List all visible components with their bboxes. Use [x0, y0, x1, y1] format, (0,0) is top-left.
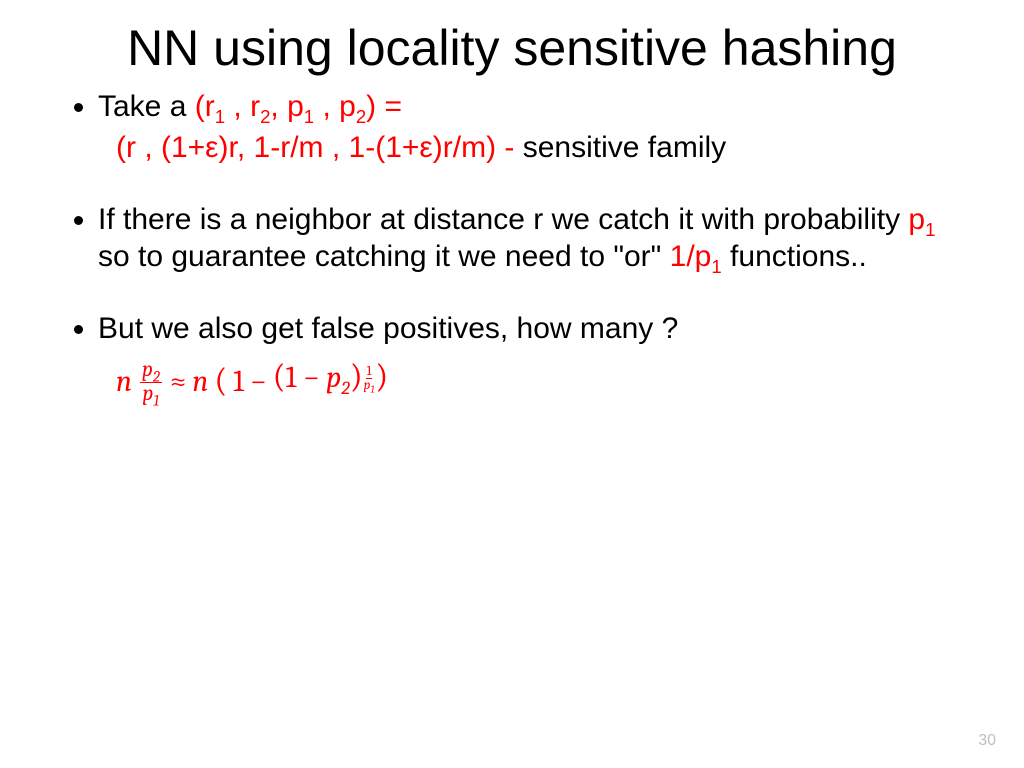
eq-one2: 1: [286, 360, 297, 395]
eq-inner: (1 − p2)1p1): [273, 357, 389, 407]
eq-frac-p2p1: p2 p1: [140, 359, 162, 405]
b1-c2: , p: [270, 90, 303, 123]
b1-sub2: 2: [260, 106, 270, 127]
eq-frac-den: p1: [140, 383, 161, 406]
eq-frac-num: p2: [140, 359, 162, 383]
slide: NN using locality sensitive hashing Take…: [0, 0, 1024, 768]
b1-sub3: 1: [304, 106, 314, 127]
b1-params: (r1 , r2, p1 , p2) =: [195, 90, 402, 123]
eq-p2s: 2: [341, 377, 350, 399]
eq-o2: (: [273, 358, 286, 396]
eq-approx: ≈: [170, 363, 187, 401]
b2-p1-sub: 1: [925, 219, 935, 240]
b1-sub4: 2: [356, 106, 366, 127]
b1-line2-black: sensitive family: [523, 131, 726, 164]
b2-1overp-sub: 1: [711, 256, 721, 277]
eq-exponent: 1p1: [363, 365, 376, 395]
b1-open: (r: [195, 90, 215, 123]
slide-title: NN using locality sensitive hashing: [60, 20, 964, 78]
b1-line2: (r , (1+ε)r, 1-r/m , 1-(1+ε)r/m) - sensi…: [116, 129, 964, 167]
b2-p1: p1: [908, 203, 935, 236]
bullet-3: But we also get false positives, how man…: [98, 310, 964, 408]
b1-c3: , p: [314, 90, 356, 123]
b1-c1: , r: [225, 90, 260, 123]
b1-sub1: 1: [215, 106, 225, 127]
bullet-list: Take a (r1 , r2, p1 , p2) = (r , (1+ε)r,…: [60, 88, 964, 408]
eq-exp-top: 1: [366, 365, 373, 380]
eq-o1: (: [214, 361, 227, 403]
eq-p2: p: [326, 360, 341, 395]
b2-1overp-t: 1/p: [670, 240, 712, 273]
b2-part2: so to guarantee catching it we need to "…: [98, 240, 670, 273]
eq-m1: −: [250, 363, 267, 401]
b1-lead: Take a: [98, 90, 195, 123]
eq-ft-p: p: [142, 358, 153, 382]
eq-fb-s: 1: [153, 391, 159, 409]
eq-m2: −: [303, 360, 320, 395]
eq-c2: ): [350, 358, 363, 396]
b1-close: ) =: [366, 90, 402, 123]
b2-1overp: 1/p1: [670, 240, 722, 273]
b1-line2-red: (r , (1+ε)r, 1-r/m , 1-(1+ε)r/m) -: [116, 131, 523, 164]
page-number: 30: [978, 732, 996, 750]
eq-n2: n: [192, 363, 208, 401]
b2-part1: If there is a neighbor at distance r we …: [98, 203, 908, 236]
b2-p1-p: p: [908, 203, 925, 236]
b3-text: But we also get false positives, how man…: [98, 312, 678, 345]
bullet-1: Take a (r1 , r2, p1 , p2) = (r , (1+ε)r,…: [98, 88, 964, 167]
eq-exp-bot: p1: [363, 379, 376, 395]
b2-part3: functions..: [722, 240, 867, 273]
eq-one: 1: [233, 363, 244, 401]
eq-exp-bs: 1: [370, 384, 374, 396]
eq-n1: n: [116, 363, 132, 401]
eq-fb-p: p: [142, 382, 153, 406]
false-positive-equation: n p2 p1 ≈ n(1 − (1 − p2)1p1): [116, 357, 964, 407]
eq-c1: ): [375, 358, 388, 396]
bullet-2: If there is a neighbor at distance r we …: [98, 201, 964, 276]
